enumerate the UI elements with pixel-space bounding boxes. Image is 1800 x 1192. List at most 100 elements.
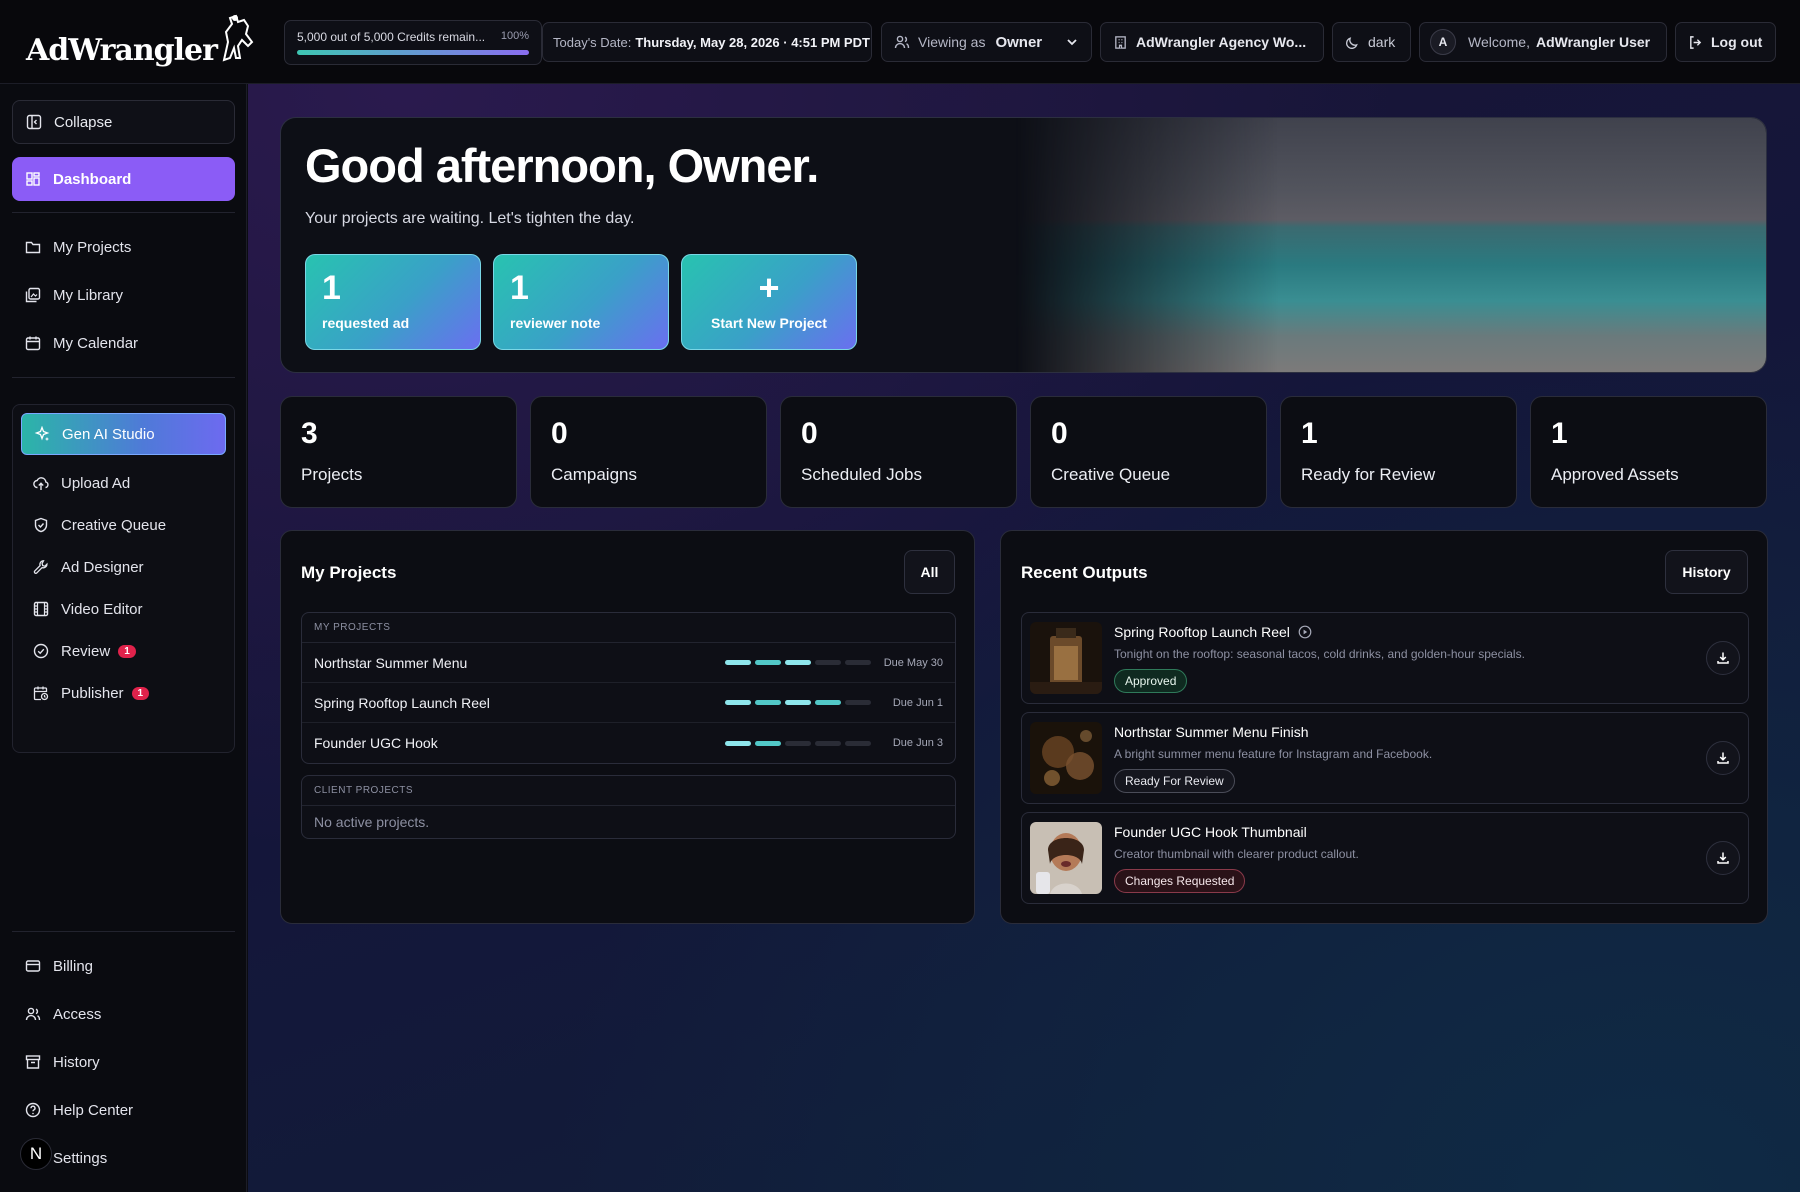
- top-bar: AdWrangler 5,000 out of 5,000 Credits re…: [0, 0, 1800, 84]
- credits-progress-bar: [297, 50, 529, 55]
- project-row[interactable]: Founder UGC Hook Due Jun 3: [302, 723, 955, 763]
- reviewer-note-card[interactable]: 1 reviewer note: [493, 254, 669, 350]
- stat-label: Approved Assets: [1551, 465, 1679, 484]
- stat-value: 1: [1301, 417, 1318, 450]
- stat-label: Projects: [301, 465, 363, 484]
- collapse-button[interactable]: Collapse: [12, 100, 235, 144]
- stat-card-creative-queue[interactable]: 0 Creative Queue: [1030, 396, 1267, 508]
- recent-outputs-panel: Recent Outputs History Spring Rooftop La…: [1000, 530, 1768, 924]
- progress-step: [755, 740, 781, 746]
- sidebar-item-help-center[interactable]: Help Center: [12, 1088, 235, 1132]
- sidebar-item-label: Upload Ad: [61, 474, 131, 492]
- sidebar-item-my-calendar[interactable]: My Calendar: [12, 321, 235, 365]
- sidebar-item-publisher[interactable]: Publisher 1: [21, 671, 226, 715]
- project-name: Northstar Summer Menu: [314, 654, 468, 671]
- date-label: Today's Date:: [553, 34, 632, 50]
- theme-toggle[interactable]: dark: [1332, 22, 1411, 62]
- download-button[interactable]: [1706, 741, 1740, 775]
- sidebar-item-billing[interactable]: Billing: [12, 944, 235, 988]
- progress-step: [845, 740, 871, 746]
- all-projects-button[interactable]: All: [904, 550, 955, 594]
- publisher-count-badge: 1: [131, 686, 150, 700]
- library-icon: [25, 287, 41, 303]
- sidebar-item-dashboard[interactable]: Dashboard: [12, 157, 235, 201]
- progress-step: [785, 740, 811, 746]
- credits-meter[interactable]: 5,000 out of 5,000 Credits remain... 100…: [284, 20, 542, 65]
- status-badge: Changes Requested: [1114, 869, 1246, 893]
- user-menu[interactable]: A Welcome, AdWrangler User: [1419, 22, 1667, 62]
- progress-step: [785, 700, 811, 705]
- sidebar-item-video-editor[interactable]: Video Editor: [21, 587, 226, 631]
- dashboard-label: Dashboard: [53, 170, 132, 188]
- sidebar-item-label: Creative Queue: [61, 516, 167, 534]
- project-row[interactable]: Northstar Summer Menu Due May 30: [302, 643, 955, 683]
- menu-thumbnail: [1030, 722, 1102, 794]
- stat-card-ready-for-review[interactable]: 1 Ready for Review: [1280, 396, 1517, 508]
- agency-switcher[interactable]: AdWrangler Agency Wo...: [1100, 22, 1324, 62]
- check-circle-icon: [33, 643, 49, 659]
- download-button[interactable]: [1706, 641, 1740, 675]
- output-title: Founder UGC Hook Thumbnail: [1114, 824, 1307, 840]
- adwrangler-logo[interactable]: AdWrangler: [26, 12, 266, 72]
- progress-step: [815, 660, 841, 665]
- output-row[interactable]: Spring Rooftop Launch Reel Tonight on th…: [1021, 612, 1749, 704]
- logout-button[interactable]: Log out: [1675, 22, 1776, 62]
- sidebar-item-my-projects[interactable]: My Projects: [12, 225, 235, 269]
- project-name: Founder UGC Hook: [314, 735, 438, 751]
- download-button[interactable]: [1706, 841, 1740, 875]
- output-row[interactable]: Founder UGC Hook Thumbnail Creator thumb…: [1021, 812, 1749, 904]
- dashboard-icon: [26, 172, 40, 186]
- start-new-project-button[interactable]: + Start New Project: [681, 254, 857, 350]
- sidebar-item-label: My Library: [53, 286, 124, 304]
- download-icon: [1717, 852, 1729, 864]
- download-icon: [1717, 752, 1729, 764]
- stat-card-campaigns[interactable]: 0 Campaigns: [530, 396, 767, 508]
- stat-label: Creative Queue: [1051, 465, 1171, 484]
- sidebar-item-my-library[interactable]: My Library: [12, 273, 235, 317]
- sidebar-item-label: History: [53, 1053, 100, 1071]
- sidebar-item-creative-queue[interactable]: Creative Queue: [21, 503, 226, 547]
- sidebar-item-upload-ad[interactable]: Upload Ad: [21, 461, 226, 505]
- stat-card-approved-assets[interactable]: 1 Approved Assets: [1530, 396, 1767, 508]
- group-header: MY PROJECTS: [302, 613, 955, 643]
- archive-icon: [25, 1055, 41, 1069]
- download-icon: [1717, 652, 1729, 664]
- project-row[interactable]: Spring Rooftop Launch Reel Due Jun 1: [302, 683, 955, 723]
- project-list: Northstar Summer Menu Due May 30 Spring …: [302, 643, 955, 763]
- sidebar-item-label: Publisher: [61, 684, 124, 702]
- due-date: Due Jun 1: [892, 696, 943, 709]
- calendar-clock-icon: [33, 686, 49, 701]
- play-circle-icon[interactable]: [1298, 625, 1312, 639]
- workspace-avatar[interactable]: N: [20, 1138, 52, 1170]
- sidebar-item-review[interactable]: Review 1: [21, 629, 226, 673]
- output-row[interactable]: Northstar Summer Menu Finish A bright su…: [1021, 712, 1749, 804]
- requested-ad-card[interactable]: 1 requested ad: [305, 254, 481, 350]
- due-date: Due May 30: [883, 656, 943, 669]
- sidebar-item-access[interactable]: Access: [12, 992, 235, 1036]
- stat-card-projects[interactable]: 3 Projects: [280, 396, 517, 508]
- user-name: AdWrangler User: [1535, 34, 1651, 50]
- output-description: Tonight on the rooftop: seasonal tacos, …: [1114, 647, 1525, 661]
- progress-step: [725, 700, 751, 705]
- stat-label: Ready for Review: [1301, 465, 1436, 484]
- stat-card-scheduled-jobs[interactable]: 0 Scheduled Jobs: [780, 396, 1017, 508]
- theme-label: dark: [1368, 34, 1396, 50]
- output-title: Northstar Summer Menu Finish: [1114, 724, 1309, 740]
- my-projects-panel: My Projects All MY PROJECTS Northstar Su…: [280, 530, 975, 924]
- progress-step: [845, 700, 871, 705]
- progress-step: [815, 740, 841, 746]
- panel-title: My Projects: [301, 563, 397, 582]
- project-name: Spring Rooftop Launch Reel: [314, 694, 490, 711]
- date-display: Today's Date: Thursday, May 28, 2026 · 4…: [542, 22, 872, 62]
- calendar-icon: [25, 336, 41, 351]
- sidebar-item-ad-designer[interactable]: Ad Designer: [21, 545, 226, 589]
- history-button[interactable]: History: [1665, 550, 1748, 594]
- sidebar-item-history[interactable]: History: [12, 1040, 235, 1084]
- sidebar-item-gen-ai-studio[interactable]: Gen AI Studio: [21, 413, 226, 455]
- divider: [12, 377, 235, 378]
- viewing-as-select[interactable]: Viewing as Owner: [881, 22, 1092, 62]
- output-title-row: Spring Rooftop Launch Reel: [1114, 624, 1312, 640]
- divider: [12, 931, 235, 932]
- sidebar-item-label: Settings: [53, 1149, 108, 1167]
- welcome-label: Welcome,: [1468, 34, 1530, 50]
